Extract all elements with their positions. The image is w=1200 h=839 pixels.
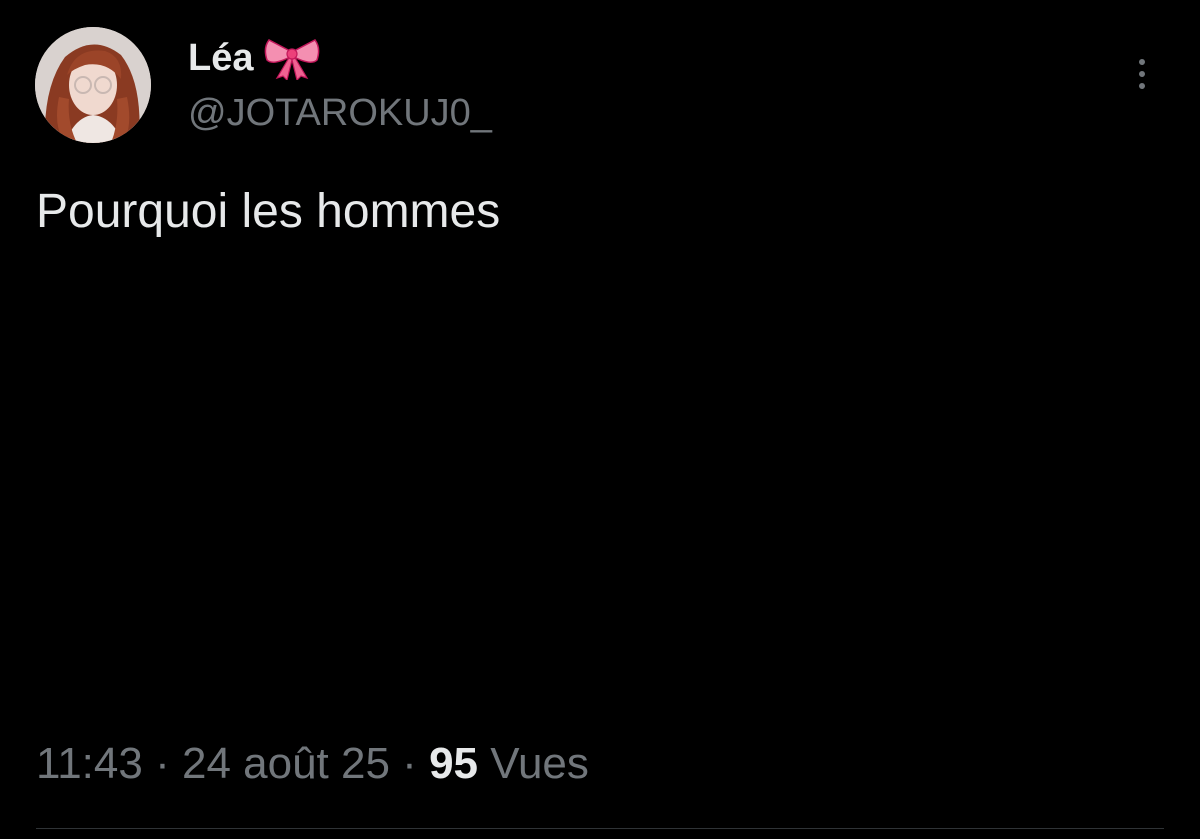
tweet-time[interactable]: 11:43 [36,739,143,788]
ribbon-icon [263,36,321,82]
dot [1139,59,1145,65]
avatar[interactable] [35,27,151,143]
tweet-meta: 11:43 · 24 août 25 · 95 Vues [36,736,589,792]
avatar-image [35,27,151,143]
divider [36,828,1164,829]
dot [1139,71,1145,77]
views-label: Vues [490,739,589,788]
more-options-icon[interactable] [1124,52,1160,96]
meta-separator: · [155,739,170,788]
tweet-card: Léa @JOTAROKUJ0_ Pourquoi les hommes 11:… [0,0,1200,839]
display-name[interactable]: Léa [188,37,253,80]
author-handle[interactable]: @JOTAROKUJ0_ [188,92,492,135]
dot [1139,83,1145,89]
views-count[interactable]: 95 [429,739,478,788]
tweet-date[interactable]: 24 août 25 [182,739,390,788]
author-name-row[interactable]: Léa [188,34,321,82]
meta-separator: · [402,739,417,788]
tweet-text: Pourquoi les hommes [36,185,501,238]
